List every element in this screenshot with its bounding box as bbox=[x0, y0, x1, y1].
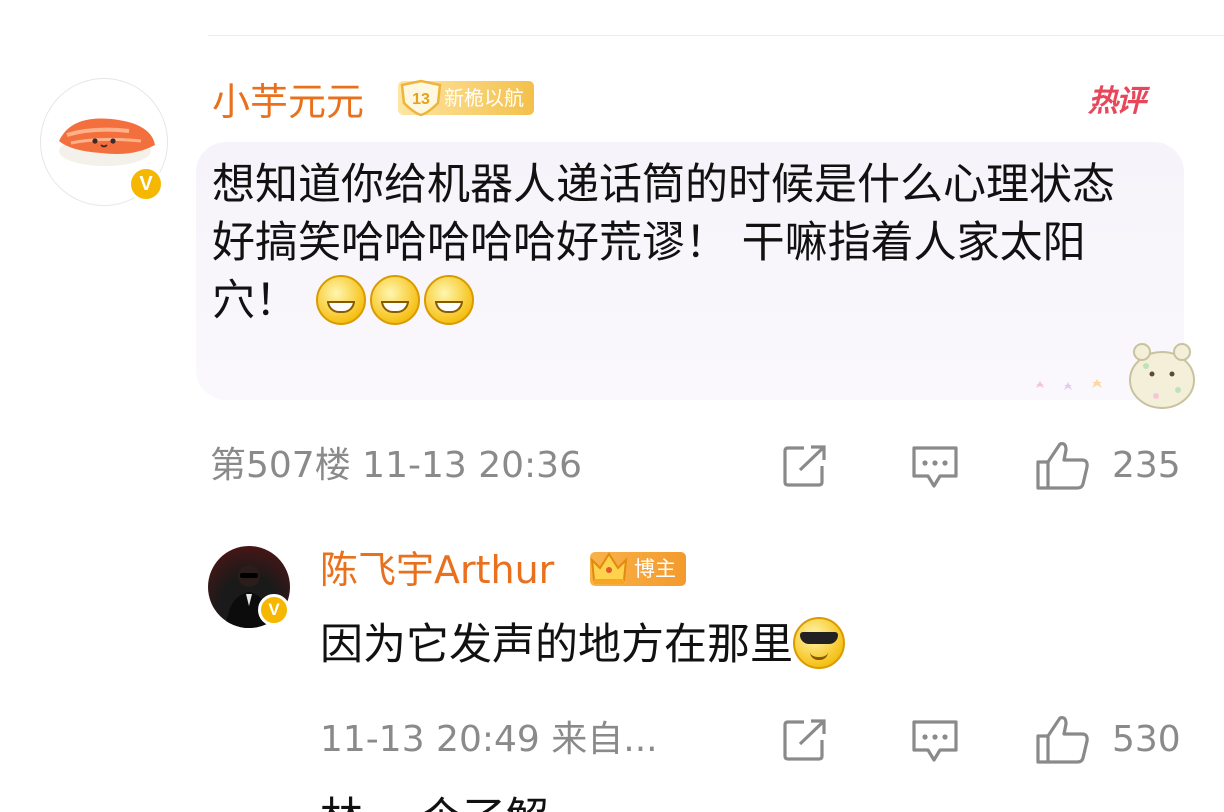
verified-v-icon: V bbox=[258, 594, 290, 626]
reply-comment-icon[interactable] bbox=[910, 444, 960, 490]
blogger-badge-label: 博主 bbox=[634, 557, 676, 581]
commenter-name[interactable]: 小芋元元 bbox=[212, 76, 364, 128]
reply-text: 因为它发声的地方在那里 bbox=[320, 620, 793, 670]
fan-level-badge[interactable]: 13 新桅以航 bbox=[398, 79, 534, 117]
reply-comment-icon[interactable] bbox=[910, 718, 960, 764]
bubble-bear-decoration-icon bbox=[1036, 343, 1195, 409]
grin-emoji-icon bbox=[315, 275, 366, 325]
reply-timestamp: 11-13 20:49 bbox=[320, 719, 540, 760]
comment-meta: 第507楼 11-13 20:36 bbox=[210, 442, 582, 490]
fan-level-label: 新桅以航 bbox=[444, 86, 524, 110]
blogger-name[interactable]: 陈飞宇Arthur bbox=[320, 544, 554, 596]
reply-meta: 11-13 20:49 来自... bbox=[320, 716, 658, 764]
divider bbox=[208, 35, 1224, 36]
reply-body: 因为它发声的地方在那里 bbox=[320, 616, 845, 674]
verified-v-icon: V bbox=[128, 166, 164, 202]
share-icon[interactable] bbox=[782, 718, 830, 762]
comment-body: 想知道你给机器人递话筒的时候是什么心理状态 好搞笑哈哈哈哈哈好荒谬！ 干嘛指着人… bbox=[212, 156, 1152, 330]
share-icon[interactable] bbox=[782, 444, 830, 488]
comment-thread: V 小芋元元 13 新桅以航 热评 想知道你给机器人递话筒的时候是什么心理状态 … bbox=[0, 0, 1224, 812]
like-count: 530 bbox=[1112, 719, 1181, 760]
grin-emoji-icon bbox=[369, 275, 420, 325]
next-comment-partial: 林 一个了解 bbox=[320, 790, 549, 812]
blogger-badge: 博主 bbox=[590, 552, 686, 586]
comment-timestamp: 11-13 20:36 bbox=[362, 445, 582, 486]
like-count: 235 bbox=[1112, 445, 1181, 486]
like-thumb-icon[interactable] bbox=[1034, 714, 1092, 766]
like-thumb-icon[interactable] bbox=[1034, 440, 1092, 492]
floor-number: 第507楼 bbox=[210, 445, 351, 486]
reply-source[interactable]: 来自... bbox=[551, 719, 657, 760]
grin-emoji-icon bbox=[423, 275, 474, 325]
hot-comment-tag: 热评 bbox=[1088, 84, 1146, 119]
level-shield-icon: 13 bbox=[400, 79, 442, 117]
cool-sunglasses-emoji-icon bbox=[793, 617, 845, 669]
level-number: 13 bbox=[412, 91, 430, 108]
crown-icon bbox=[590, 552, 628, 584]
